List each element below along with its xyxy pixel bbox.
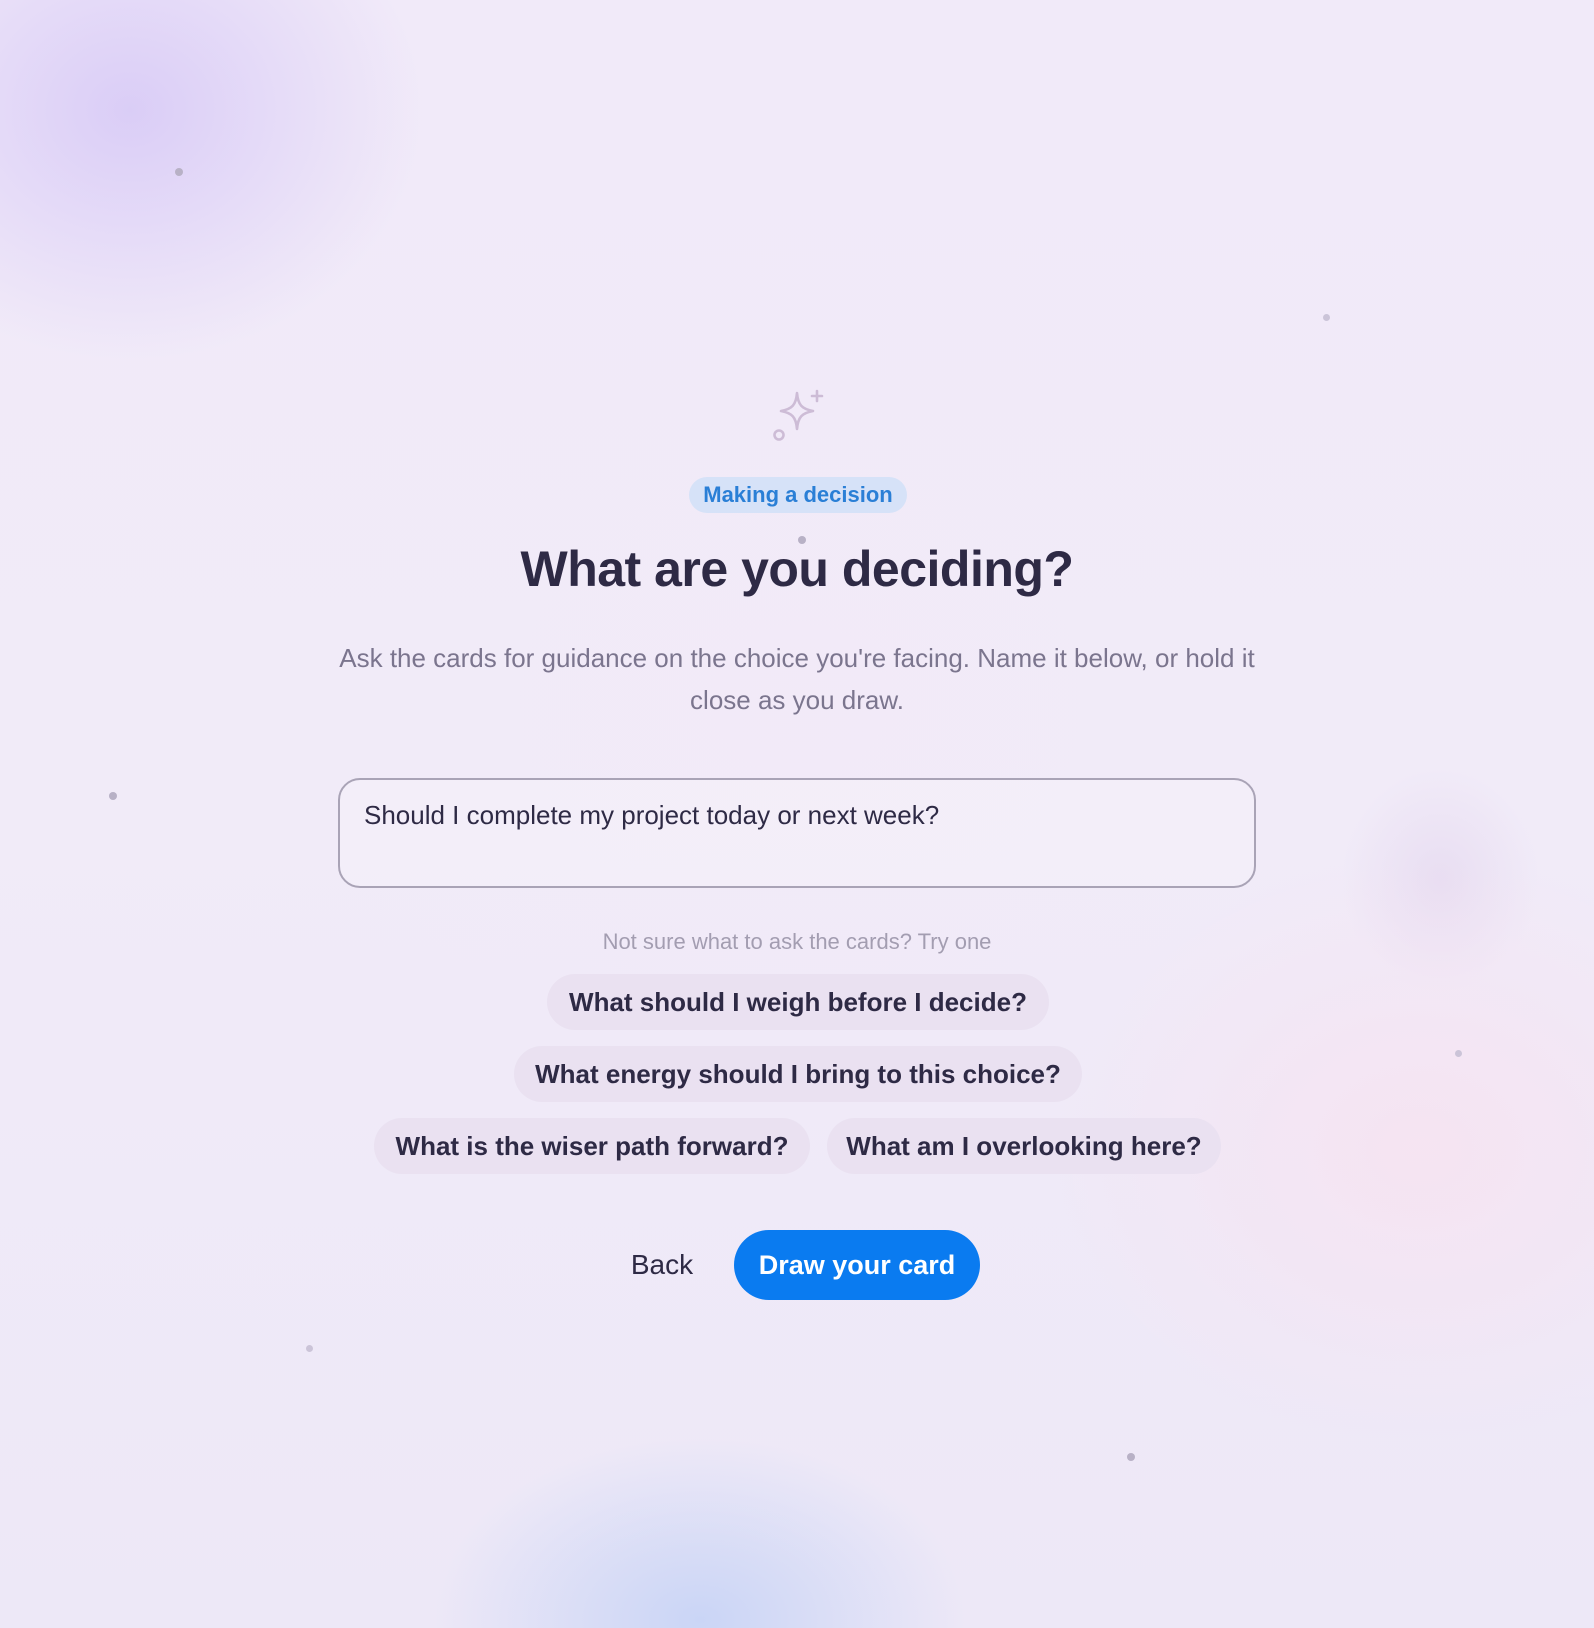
suggestion-chip[interactable]: What energy should I bring to this choic…: [514, 1046, 1082, 1102]
page-subtitle: Ask the cards for guidance on the choice…: [339, 643, 1255, 715]
suggestions-hint: Not sure what to ask the cards? Try one: [602, 929, 992, 954]
decorative-dot: [109, 792, 117, 800]
draw-card-button[interactable]: Draw your card: [734, 1230, 980, 1300]
decorative-dot: [1127, 1453, 1135, 1461]
decorative-dot: [1455, 1050, 1462, 1057]
decorative-dot: [175, 168, 183, 176]
suggestion-chip[interactable]: What should I weigh before I decide?: [547, 974, 1049, 1030]
suggestion-chip[interactable]: What am I overlooking here?: [827, 1118, 1221, 1174]
decorative-dot: [306, 1345, 313, 1352]
sparkle-icon: [773, 389, 824, 441]
question-input[interactable]: Should I complete my project today or ne…: [338, 778, 1256, 888]
page-title: What are you deciding?: [520, 541, 1074, 597]
suggestion-chip[interactable]: What is the wiser path forward?: [374, 1118, 810, 1174]
topic-badge: Making a decision: [689, 477, 907, 513]
back-button[interactable]: Back: [612, 1230, 712, 1300]
decorative-dot: [1323, 314, 1330, 321]
